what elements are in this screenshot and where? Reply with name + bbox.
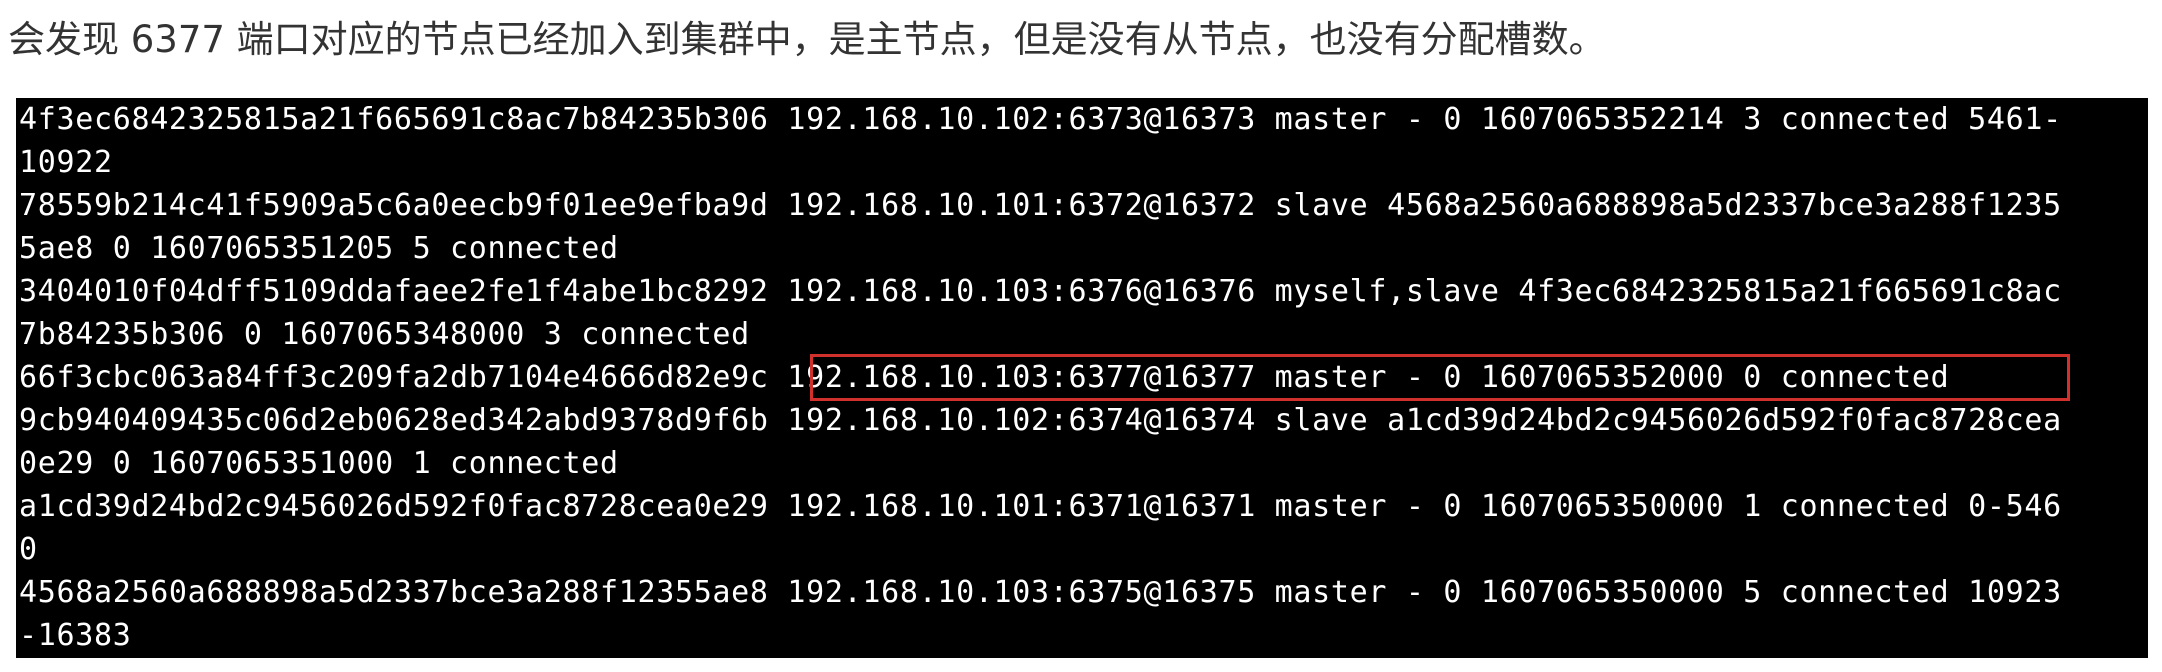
terminal-line: 9cb940409435c06d2eb0628ed342abd9378d9f6b… bbox=[19, 403, 2062, 438]
terminal-line: 78559b214c41f5909a5c6a0eecb9f01ee9efba9d… bbox=[19, 188, 2062, 223]
terminal-line: 3404010f04dff5109ddafaee2fe1f4abe1bc8292… bbox=[19, 274, 2062, 309]
terminal-line: 7b84235b306 0 1607065348000 3 connected bbox=[19, 317, 750, 352]
highlight-box bbox=[810, 354, 2070, 401]
terminal-line: 0 bbox=[19, 532, 38, 567]
terminal-line: 5ae8 0 1607065351205 5 connected bbox=[19, 231, 619, 266]
terminal-line: a1cd39d24bd2c9456026d592f0fac8728cea0e29… bbox=[19, 489, 2062, 524]
caption-text: 会发现 6377 端口对应的节点已经加入到集群中，是主节点，但是没有从节点，也没… bbox=[8, 18, 1606, 61]
terminal-line: 0e29 0 1607065351000 1 connected bbox=[19, 446, 619, 481]
terminal-line: 4568a2560a688898a5d2337bce3a288f12355ae8… bbox=[19, 575, 2062, 610]
terminal-line: -16383 bbox=[19, 618, 132, 653]
terminal-line: 10922 bbox=[19, 145, 113, 180]
terminal-line: 4f3ec6842325815a21f665691c8ac7b84235b306… bbox=[19, 102, 2062, 137]
terminal-output: 4f3ec6842325815a21f665691c8ac7b84235b306… bbox=[16, 98, 2148, 658]
